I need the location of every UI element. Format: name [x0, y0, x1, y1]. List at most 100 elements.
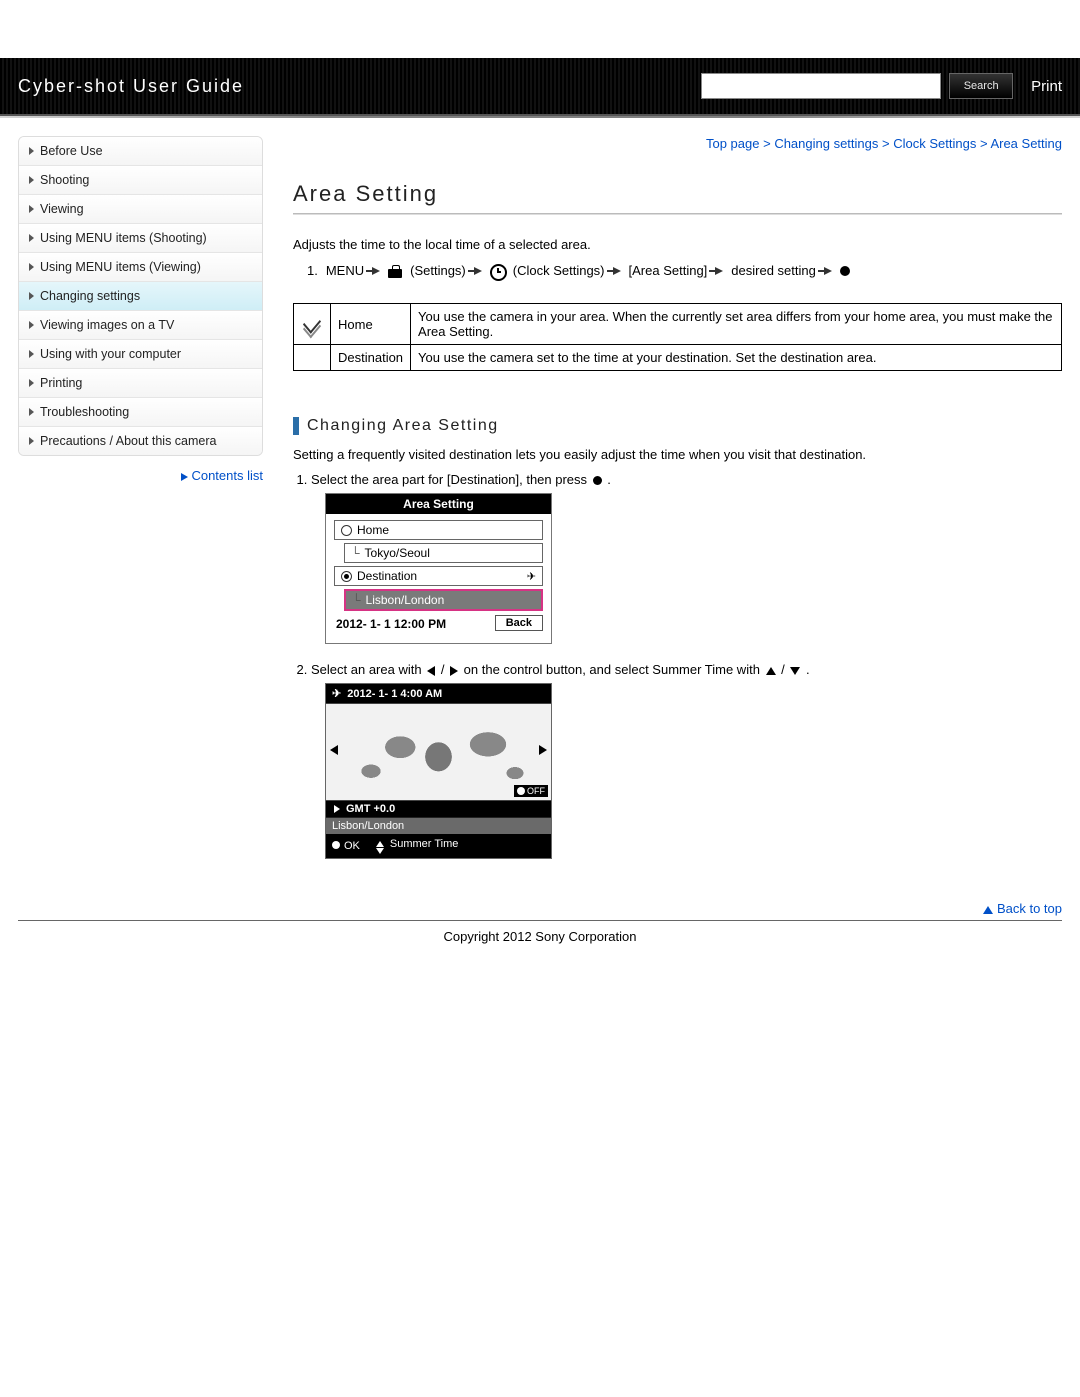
arrow-right-icon [181, 473, 188, 481]
breadcrumb-top[interactable]: Top page [706, 136, 760, 151]
sidebar-item-label: Using with your computer [40, 347, 181, 361]
breadcrumb-sep: > [980, 136, 988, 151]
cam2-datetime: 2012- 1- 1 4:00 AM [347, 688, 442, 700]
up-arrow-icon [766, 667, 776, 675]
cam-home-area-row: └ Tokyo/Seoul [344, 543, 543, 563]
sidebar-item-label: Viewing images on a TV [40, 318, 174, 332]
sidebar-item-label: Using MENU items (Viewing) [40, 260, 201, 274]
search-button[interactable]: Search [949, 73, 1013, 99]
sidebar-item-before-use[interactable]: Before Use [19, 137, 262, 166]
breadcrumb-changing[interactable]: Changing settings [774, 136, 878, 151]
step-text: Select the area part for [Destination], … [311, 472, 591, 487]
cam2-bottom: OK Summer Time [326, 834, 551, 858]
copyright: Copyright 2012 Sony Corporation [0, 929, 1080, 974]
breadcrumb-clock[interactable]: Clock Settings [893, 136, 976, 151]
tree-icon: └ [351, 546, 360, 560]
chevron-right-icon [29, 263, 34, 271]
contents-list-link[interactable]: Contents list [191, 468, 263, 483]
up-down-icon [374, 841, 386, 854]
contents-list-link-wrap: Contents list [18, 468, 263, 483]
radio-on-icon [341, 571, 352, 582]
airplane-icon: ✈ [527, 570, 536, 583]
sidebar-item-label: Before Use [40, 144, 103, 158]
sidebar-item-printing[interactable]: Printing [19, 369, 262, 398]
header-divider [0, 116, 1080, 118]
chevron-right-icon [29, 292, 34, 300]
clock-icon [490, 264, 507, 281]
step-2: Select an area with / on the control but… [311, 662, 1062, 859]
title-underline [293, 213, 1062, 215]
tree-icon: └ [352, 593, 361, 607]
footer-divider [18, 920, 1062, 921]
left-arrow-icon [427, 666, 435, 676]
sidebar: Before Use Shooting Viewing Using MENU i… [18, 136, 263, 483]
table-row: Destination You use the camera set to th… [294, 345, 1062, 371]
topbar-right: Search Print [701, 73, 1062, 99]
back-to-top-link[interactable]: Back to top [997, 901, 1062, 916]
cam-dest-row: Destination ✈ [334, 566, 543, 586]
sidebar-item-menu-viewing[interactable]: Using MENU items (Viewing) [19, 253, 262, 282]
cam-back-button: Back [495, 615, 543, 631]
sun-icon [517, 787, 525, 795]
row-desc: You use the camera set to the time at yo… [411, 345, 1062, 371]
row-name: Destination [331, 345, 411, 371]
steps-list: Select the area part for [Destination], … [311, 472, 1062, 859]
toolbox-icon [388, 269, 402, 278]
step-text: / [781, 662, 788, 677]
flow-menu: MENU [326, 263, 364, 278]
breadcrumb-sep: > [763, 136, 771, 151]
cam-datetime-row: 2012- 1- 1 12:00 PM Back [334, 614, 543, 637]
row-icon-cell [294, 304, 331, 345]
chevron-right-icon [29, 379, 34, 387]
table-row: Home You use the camera in your area. Wh… [294, 304, 1062, 345]
up-arrow-icon [983, 906, 993, 914]
row-icon-cell [294, 345, 331, 371]
cam-home-row: Home [334, 520, 543, 540]
summer-off-badge: OFF [514, 785, 548, 797]
step-text: . [607, 472, 611, 487]
print-button[interactable]: Print [1031, 78, 1062, 95]
breadcrumb-sep: > [882, 136, 890, 151]
right-arrow-icon [334, 805, 340, 813]
back-to-top-wrap: Back to top [0, 895, 1080, 918]
arrow-right-icon [613, 267, 621, 275]
sidebar-item-changing-settings[interactable]: Changing settings [19, 282, 262, 311]
arrow-right-icon [372, 267, 380, 275]
cam-home-area: Tokyo/Seoul [365, 546, 430, 560]
step-1: Select the area part for [Destination], … [311, 472, 1062, 644]
main: Top page > Changing settings > Clock Set… [293, 136, 1062, 877]
subheading: Changing Area Setting [293, 417, 1062, 435]
cam-dest-area-row: └ Lisbon/London [344, 589, 543, 611]
breadcrumb-current: Area Setting [990, 136, 1062, 151]
search-input[interactable] [701, 73, 941, 99]
cam2-summer: Summer Time [390, 838, 458, 850]
nav: Before Use Shooting Viewing Using MENU i… [18, 136, 263, 456]
flow-number: 1. [307, 263, 318, 278]
flow-settings: (Settings) [410, 263, 466, 278]
chevron-right-icon [29, 408, 34, 416]
arrow-right-icon [824, 267, 832, 275]
chevron-right-icon [29, 205, 34, 213]
menu-flow: 1. MENU (Settings) (Clock Settings) [Are… [307, 262, 1062, 279]
step-text: on the control button, and select Summer… [464, 662, 764, 677]
cam-home-label: Home [357, 523, 389, 537]
chevron-right-icon [29, 147, 34, 155]
sidebar-item-tv[interactable]: Viewing images on a TV [19, 311, 262, 340]
chevron-right-icon [29, 350, 34, 358]
chevron-right-icon [29, 321, 34, 329]
breadcrumb: Top page > Changing settings > Clock Set… [293, 136, 1062, 151]
sidebar-item-label: Changing settings [40, 289, 140, 303]
sidebar-item-label: Printing [40, 376, 82, 390]
sidebar-item-viewing[interactable]: Viewing [19, 195, 262, 224]
sidebar-item-precautions[interactable]: Precautions / About this camera [19, 427, 262, 455]
chevron-right-icon [29, 437, 34, 445]
sidebar-item-computer[interactable]: Using with your computer [19, 340, 262, 369]
right-arrow-icon [450, 666, 458, 676]
world-map: OFF [326, 703, 551, 801]
sidebar-item-menu-shooting[interactable]: Using MENU items (Shooting) [19, 224, 262, 253]
center-button-icon [840, 266, 850, 276]
sidebar-item-troubleshooting[interactable]: Troubleshooting [19, 398, 262, 427]
sidebar-item-shooting[interactable]: Shooting [19, 166, 262, 195]
radio-icon [341, 525, 352, 536]
chevron-right-icon [29, 176, 34, 184]
